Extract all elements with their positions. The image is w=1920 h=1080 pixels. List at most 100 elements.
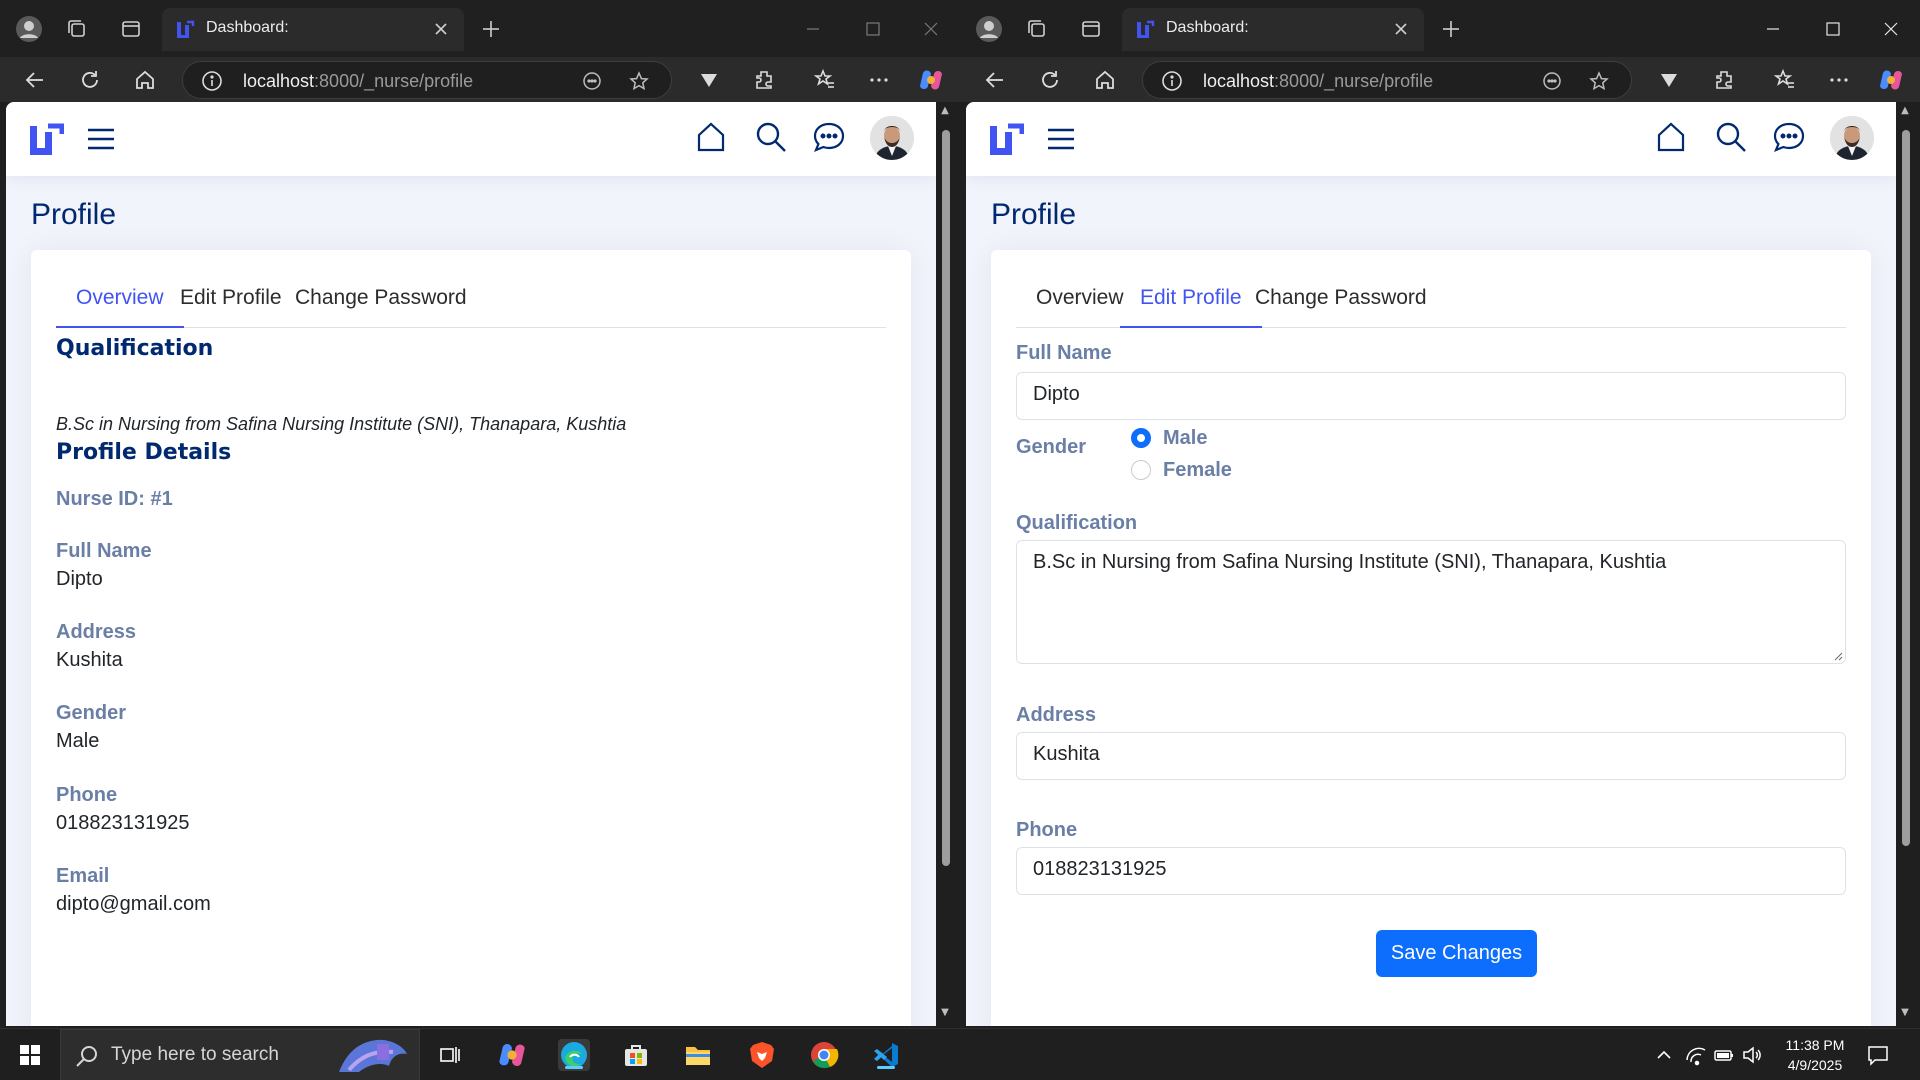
extensions-icon[interactable]	[1709, 65, 1739, 95]
email-label: Email	[56, 865, 110, 887]
app-header	[6, 102, 936, 176]
volume-icon[interactable]	[1736, 1039, 1768, 1071]
gender-option-male[interactable]: Male	[1131, 424, 1207, 452]
scroll-up-icon[interactable]: ▲	[1899, 106, 1911, 116]
vscode-icon[interactable]	[870, 1039, 902, 1071]
search-icon[interactable]	[1714, 120, 1748, 154]
reader-mode-icon[interactable]	[581, 70, 603, 92]
close-window-icon[interactable]	[916, 14, 946, 44]
favorite-star-icon[interactable]	[628, 70, 650, 92]
maximize-icon[interactable]	[1818, 14, 1848, 44]
tab-change-password[interactable]: Change Password	[275, 274, 487, 328]
close-tab-icon[interactable]	[430, 18, 452, 40]
copilot-icon[interactable]	[916, 65, 946, 95]
user-avatar[interactable]	[870, 116, 914, 160]
taskbar-search[interactable]: Type here to search	[60, 1029, 420, 1080]
page-scrollbar[interactable]: ▲ ▼	[1896, 102, 1914, 1026]
tab-change-password[interactable]: Change Password	[1235, 274, 1447, 328]
qualification-textarea[interactable]: B.Sc in Nursing from Safina Nursing Inst…	[1016, 540, 1846, 664]
new-tab-icon[interactable]	[476, 14, 506, 44]
windows-taskbar: Type here to search 11:38 PM 4/9/2025	[0, 1028, 1920, 1080]
favorites-icon[interactable]	[810, 65, 840, 95]
site-info-icon[interactable]	[1161, 70, 1183, 92]
user-avatar[interactable]	[1830, 116, 1874, 160]
close-tab-icon[interactable]	[1390, 18, 1412, 40]
profile-icon[interactable]	[974, 14, 1004, 44]
vertical-tabs-icon[interactable]	[116, 14, 146, 44]
favorites-icon[interactable]	[1770, 65, 1800, 95]
site-favicon-icon	[177, 20, 195, 38]
tab-title: Dashboard:	[206, 19, 289, 36]
scroll-thumb[interactable]	[1902, 130, 1910, 846]
save-changes-button[interactable]: Save Changes	[1376, 930, 1537, 977]
vpn-extension-icon[interactable]	[1654, 65, 1684, 95]
home-icon[interactable]	[130, 65, 160, 95]
reload-icon[interactable]	[1035, 65, 1065, 95]
browser-tab[interactable]: Dashboard:	[162, 8, 464, 51]
maximize-icon[interactable]	[858, 14, 888, 44]
reader-mode-icon[interactable]	[1541, 70, 1563, 92]
vertical-tabs-icon[interactable]	[1076, 14, 1106, 44]
site-info-icon[interactable]	[201, 70, 223, 92]
profile-icon[interactable]	[14, 14, 44, 44]
home-icon[interactable]	[1090, 65, 1120, 95]
more-menu-icon[interactable]	[1824, 65, 1854, 95]
brave-browser-icon[interactable]	[746, 1039, 778, 1071]
home-nav-icon[interactable]	[694, 120, 728, 154]
messages-icon[interactable]	[812, 120, 846, 154]
search-icon[interactable]	[754, 120, 788, 154]
scroll-down-icon[interactable]: ▼	[939, 1008, 951, 1018]
taskbar-clock[interactable]: 11:38 PM 4/9/2025	[1770, 1035, 1860, 1075]
minimize-icon[interactable]	[1758, 14, 1788, 44]
radio-female[interactable]	[1131, 460, 1151, 480]
scroll-down-icon[interactable]: ▼	[1899, 1008, 1911, 1018]
scroll-up-icon[interactable]: ▲	[939, 106, 951, 116]
app-header	[966, 102, 1896, 176]
qualification-label: Qualification	[1016, 512, 1138, 534]
phone-input[interactable]: 018823131925	[1016, 847, 1846, 895]
back-icon[interactable]	[980, 65, 1010, 95]
full-name-input[interactable]: Dipto	[1016, 372, 1846, 420]
copilot-icon[interactable]	[1876, 65, 1906, 95]
notifications-icon[interactable]	[1862, 1039, 1894, 1071]
favorite-star-icon[interactable]	[1588, 70, 1610, 92]
app-logo-icon[interactable]	[28, 122, 64, 156]
gender-option-female[interactable]: Female	[1131, 456, 1232, 484]
minimize-icon[interactable]	[798, 14, 828, 44]
scroll-thumb[interactable]	[942, 130, 950, 866]
edge-taskbar-icon[interactable]	[558, 1039, 590, 1071]
store-taskbar-icon[interactable]	[620, 1039, 652, 1071]
address-bar[interactable]: localhost:8000/_nurse/profile	[182, 61, 672, 99]
more-menu-icon[interactable]	[864, 65, 894, 95]
email-value: dipto@gmail.com	[56, 893, 211, 915]
vpn-extension-icon[interactable]	[694, 65, 724, 95]
tab-title: Dashboard:	[1166, 19, 1249, 36]
address-bar[interactable]: localhost:8000/_nurse/profile	[1142, 61, 1632, 99]
browser-tab[interactable]: Dashboard:	[1122, 8, 1424, 51]
extensions-icon[interactable]	[749, 65, 779, 95]
copilot-taskbar-icon[interactable]	[496, 1039, 528, 1071]
menu-toggle-icon[interactable]	[1046, 124, 1076, 154]
phone-label: Phone	[1016, 819, 1078, 841]
page-scrollbar[interactable]: ▲ ▼	[936, 102, 954, 1026]
chrome-browser-icon[interactable]	[808, 1039, 840, 1071]
clock-date: 4/9/2025	[1787, 1057, 1843, 1073]
radio-male[interactable]	[1131, 428, 1151, 448]
reload-icon[interactable]	[75, 65, 105, 95]
toolbar: localhost:8000/_nurse/profile	[0, 57, 960, 102]
workspaces-icon[interactable]	[62, 14, 92, 44]
show-hidden-icons-icon[interactable]	[1648, 1039, 1680, 1071]
file-explorer-icon[interactable]	[682, 1039, 714, 1071]
workspaces-icon[interactable]	[1022, 14, 1052, 44]
address-input[interactable]: Kushita	[1016, 732, 1846, 780]
new-tab-icon[interactable]	[1436, 14, 1466, 44]
messages-icon[interactable]	[1772, 120, 1806, 154]
task-view-icon[interactable]	[434, 1039, 466, 1071]
close-window-icon[interactable]	[1876, 14, 1906, 44]
back-icon[interactable]	[20, 65, 50, 95]
resize-grip-icon[interactable]	[1833, 651, 1843, 661]
home-nav-icon[interactable]	[1654, 120, 1688, 154]
start-windows-icon[interactable]	[14, 1039, 46, 1071]
menu-toggle-icon[interactable]	[86, 124, 116, 154]
app-logo-icon[interactable]	[988, 122, 1024, 156]
